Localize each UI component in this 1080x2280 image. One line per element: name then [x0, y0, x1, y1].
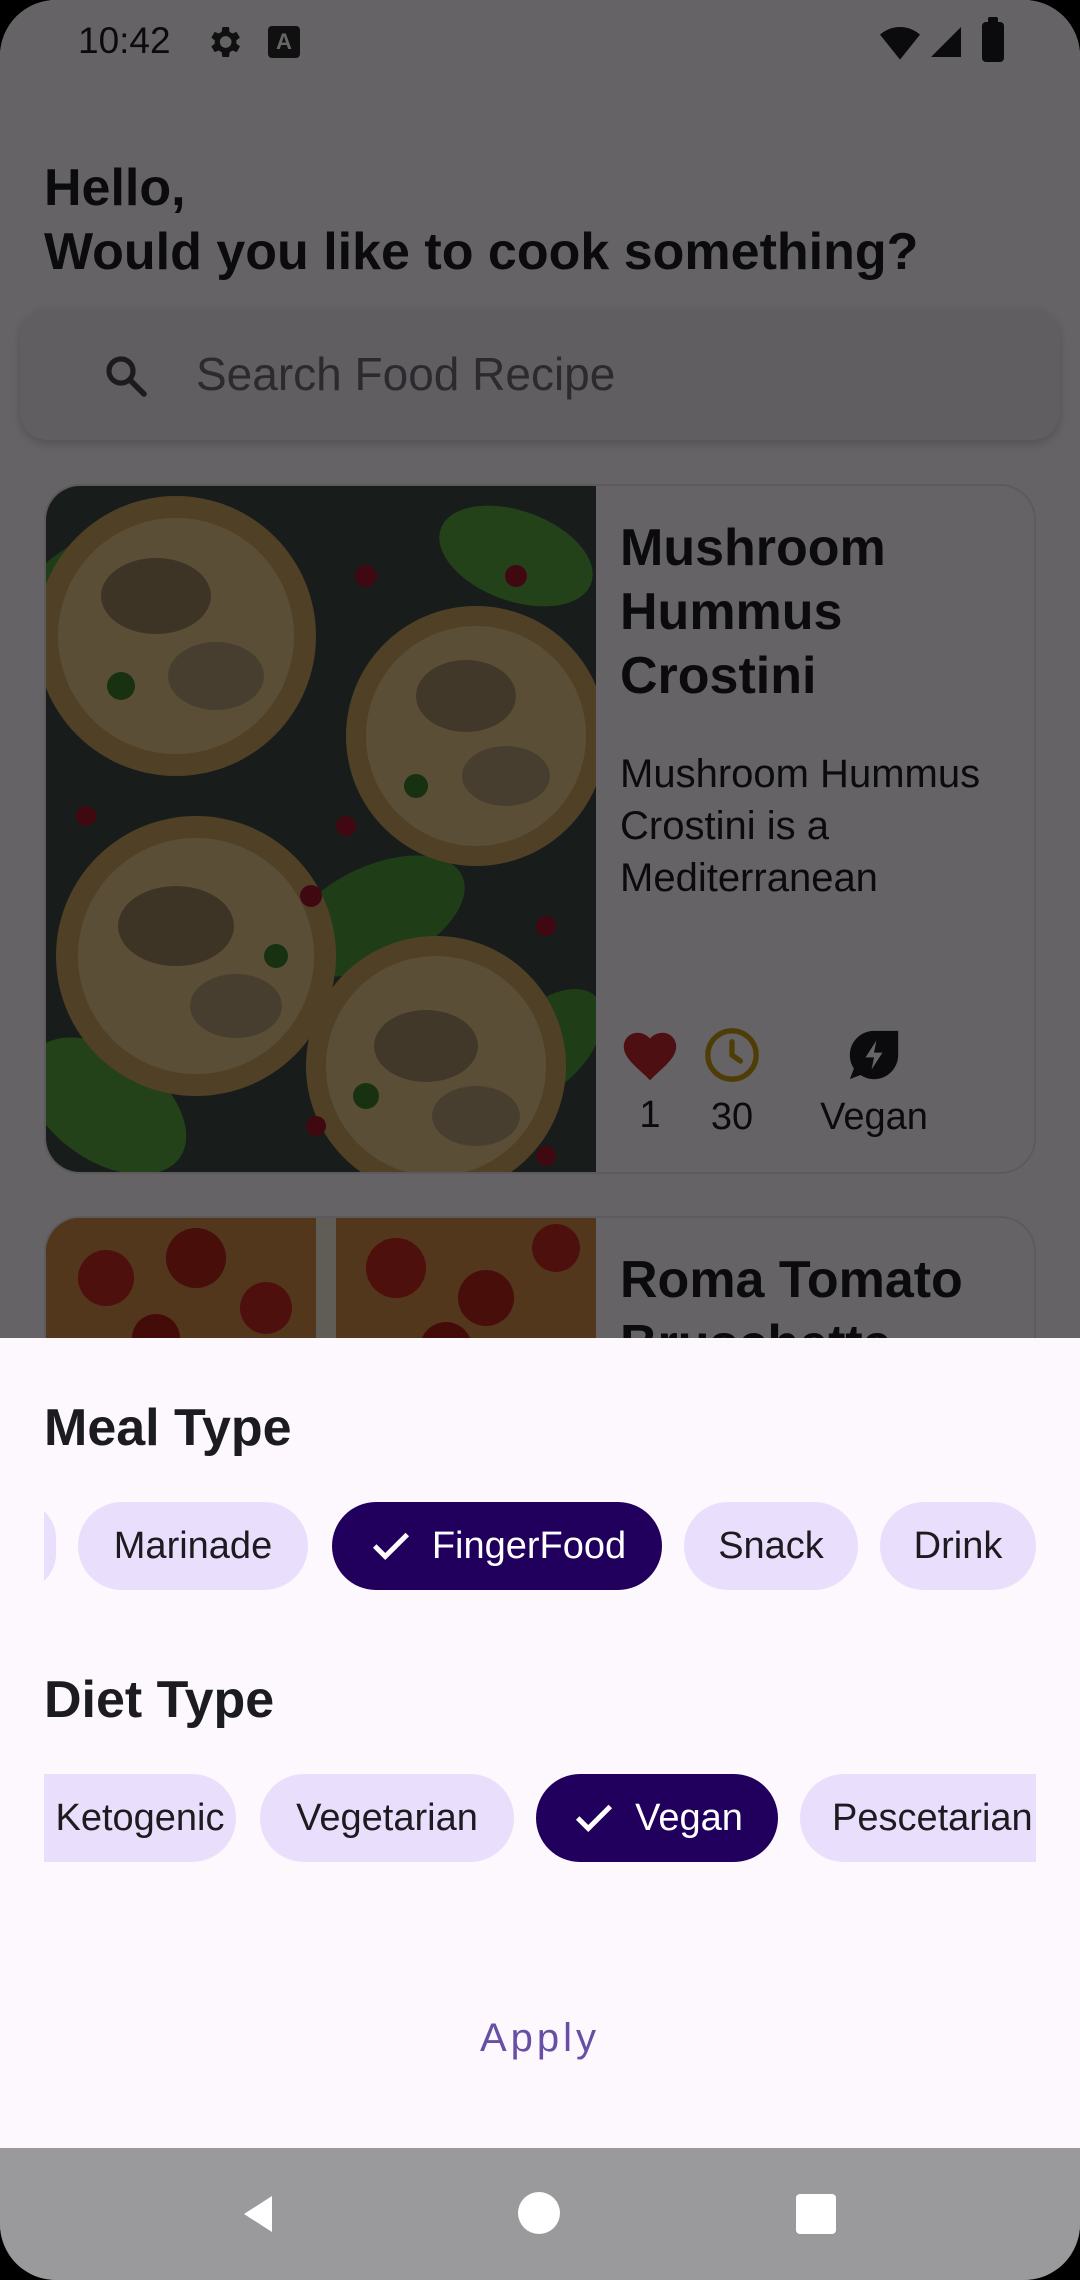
chip-snack[interactable]: Snack — [684, 1502, 858, 1590]
gear-icon — [211, 27, 240, 57]
wifi-icon — [880, 27, 920, 60]
check-icon — [372, 1532, 409, 1560]
back-icon[interactable] — [234, 2190, 282, 2238]
recipe-description: Mushroom Hummus Crostini is a Mediterran… — [620, 752, 981, 900]
chip-pescetarian[interactable]: Pescetarian — [800, 1774, 1036, 1862]
chip-label: FingerFood — [431, 1525, 627, 1567]
a-icon: A — [268, 26, 300, 58]
chip-vegan[interactable]: Vegan — [536, 1774, 778, 1862]
time-stat: 30 — [692, 1026, 772, 1139]
navigation-bar — [0, 2148, 1080, 2280]
likes-stat: 1 — [620, 1026, 680, 1137]
status-bar: 10:42 A — [0, 0, 1080, 88]
filter-bottom-sheet: Meal Type Marinade FingerFood Snack Drin… — [0, 1338, 1080, 2148]
diet-type-title: Diet Type — [44, 1671, 275, 1729]
diet-stat: Vegan — [814, 1026, 934, 1139]
home-icon[interactable] — [518, 2192, 560, 2234]
diet-label: Vegan — [820, 1096, 928, 1138]
greeting: Hello, Would you like to cook something? — [44, 156, 918, 284]
chip-ketogenic[interactable]: Ketogenic — [44, 1774, 236, 1862]
meal-chip-partial[interactable] — [44, 1502, 56, 1590]
chip-fingerfood[interactable]: FingerFood — [332, 1502, 662, 1590]
heart-icon — [623, 1032, 677, 1081]
greeting-question: Would you like to cook something? — [44, 223, 919, 281]
recents-icon[interactable] — [796, 2194, 836, 2234]
chip-label: Ketogenic — [55, 1797, 225, 1839]
meal-type-title: Meal Type — [44, 1399, 292, 1457]
app-screen: 10:42 A Hello, Would you like to cook so… — [0, 0, 1080, 2280]
clock-icon — [705, 1028, 759, 1082]
greeting-hello: Hello, — [44, 159, 186, 217]
search-icon — [106, 356, 147, 397]
apply-button[interactable]: Apply — [390, 1998, 690, 2078]
meal-type-chip-group[interactable]: Marinade FingerFood Snack Drink — [44, 1502, 1036, 1592]
diet-type-chip-group[interactable]: Ketogenic Vegetarian Vegan Pescetarian — [44, 1774, 1036, 1864]
chip-drink[interactable]: Drink — [880, 1502, 1036, 1590]
search-input[interactable] — [196, 344, 996, 404]
recipe-title: Mushroom Hummus Crostini — [620, 519, 886, 705]
recipe-stats: 1 30 Vegan — [620, 1026, 1020, 1156]
signal-icon — [931, 27, 961, 57]
likes-count: 1 — [639, 1094, 661, 1136]
search-bar[interactable] — [20, 308, 1060, 440]
cook-minutes: 30 — [710, 1096, 754, 1138]
battery-icon — [982, 17, 1004, 62]
check-icon — [576, 1804, 613, 1832]
recipe-card[interactable]: Mushroom Hummus Crostini Mushroom Hummus… — [44, 484, 1036, 1174]
chip-marinade[interactable]: Marinade — [78, 1502, 308, 1590]
chip-vegetarian[interactable]: Vegetarian — [260, 1774, 514, 1862]
recipe-image — [46, 486, 596, 1172]
chip-label: Vegan — [635, 1797, 743, 1839]
status-time: 10:42 — [78, 20, 171, 61]
vegan-leaf-icon — [849, 1030, 899, 1080]
